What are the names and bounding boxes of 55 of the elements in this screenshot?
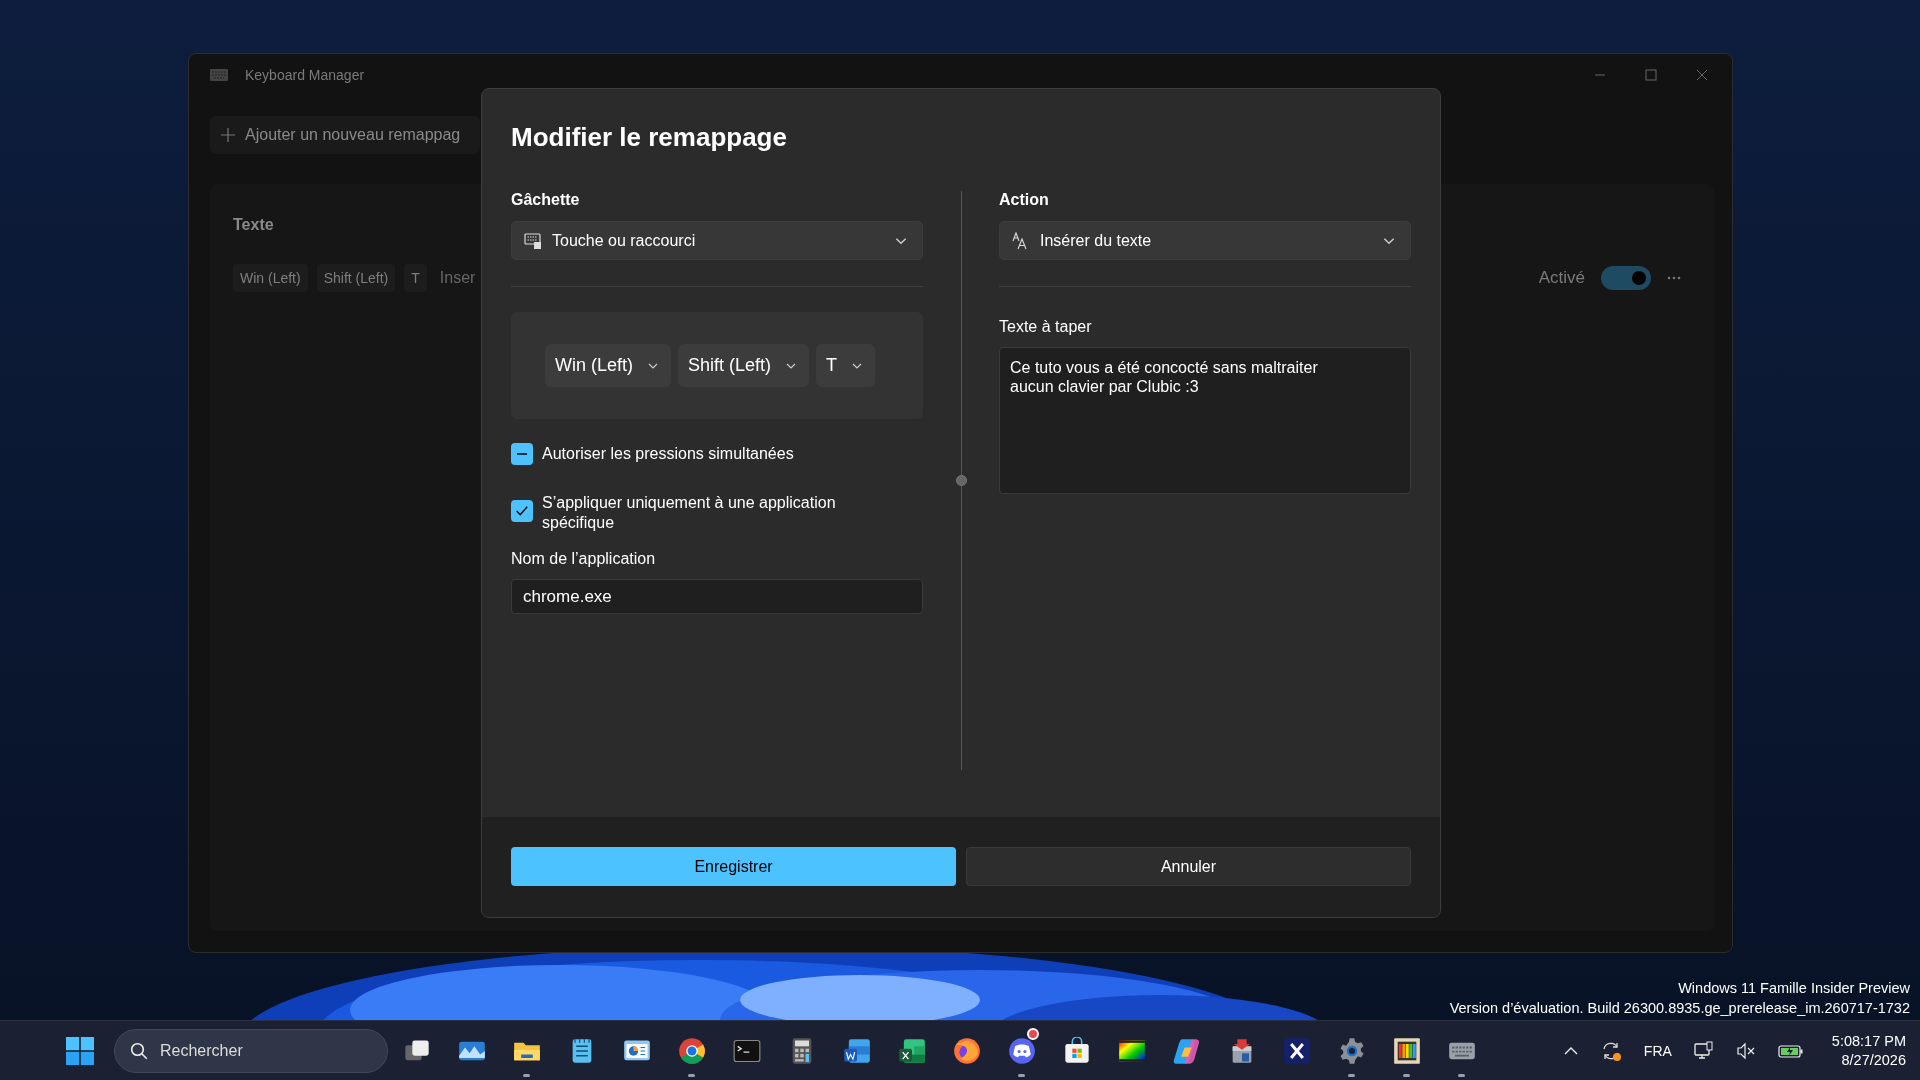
chevron-up-icon[interactable]	[1563, 1045, 1578, 1056]
checkbox[interactable]	[511, 443, 533, 465]
language-indicator[interactable]: FRA	[1643, 1042, 1672, 1059]
keyboard-icon	[524, 231, 542, 250]
text-area-field[interactable]: Ce tuto vous a été concocté sans maltraiter aucun clavier par Clubic :3	[999, 347, 1411, 494]
field-label: Texte à taper	[999, 317, 1093, 337]
key-chip: T	[404, 264, 427, 292]
action-text: Inser	[439, 269, 476, 287]
card-title: Texte	[233, 216, 275, 234]
build-text: Version d’évaluation. Build 26300.8935.ge_prerelease_im.260717-1732	[1449, 999, 1910, 1018]
shopping-bag-icon[interactable]	[1062, 1036, 1091, 1065]
window-title: Keyboard Manager	[245, 67, 365, 83]
dialog-title: Modifier le remappage	[511, 121, 788, 154]
field-label: Nom de l’application	[511, 549, 657, 569]
toggle-switch[interactable]	[1601, 266, 1651, 290]
cancel-button[interactable]: Annuler	[966, 847, 1411, 886]
checkbox-label: S’appliquer uniquement à une application spécifique	[542, 493, 837, 533]
key-dropdown[interactable]: Shift (Left)	[678, 344, 810, 387]
key-chip: Shift (Left)	[316, 264, 396, 292]
section-label: Action	[999, 190, 1050, 210]
start-icon[interactable]	[66, 1036, 94, 1065]
key-dropdown[interactable]: T	[816, 344, 876, 387]
action-dropdown[interactable]: Insérer du texte	[999, 221, 1411, 260]
search-field[interactable]: Rechercher	[114, 1028, 388, 1073]
more-icon[interactable]	[1667, 276, 1681, 280]
network-icon[interactable]	[1693, 1040, 1714, 1061]
swirl-icon[interactable]	[1172, 1036, 1201, 1065]
chat-app-icon[interactable]	[1007, 1036, 1036, 1065]
muted-speaker-icon[interactable]	[1735, 1041, 1756, 1060]
search-icon	[130, 1041, 148, 1060]
plus-icon	[221, 128, 235, 142]
close-icon[interactable]	[1696, 69, 1708, 81]
key-chip: Win (Left)	[233, 264, 308, 292]
save-button[interactable]: Enregistrer	[511, 847, 956, 886]
clock[interactable]: 5:08:17 PM 8/27/2026	[1831, 1031, 1906, 1070]
checkbox[interactable]	[511, 500, 533, 522]
date-text: 8/27/2026	[1840, 1050, 1906, 1070]
color-bars-icon[interactable]	[1392, 1036, 1421, 1065]
spreadsheet-icon[interactable]	[897, 1036, 926, 1065]
time-text: 5:08:17 PM	[1831, 1031, 1906, 1051]
section-label: Gâchette	[511, 190, 581, 210]
browser-icon[interactable]	[677, 1036, 706, 1065]
key-dropdown[interactable]: Win (Left)	[545, 344, 671, 387]
keyboard-icon	[210, 69, 228, 81]
fox-browser-icon[interactable]	[952, 1036, 981, 1065]
edition-text: Windows 11 Famille Insider Preview	[1677, 979, 1910, 998]
trigger-dropdown[interactable]: Touche ou raccourci	[511, 221, 923, 260]
document-icon[interactable]	[842, 1036, 871, 1065]
battery-icon[interactable]	[1777, 1042, 1804, 1059]
status-label: Activé	[1538, 268, 1585, 288]
checkbox-label: Autoriser les pressions simultanées	[542, 444, 794, 464]
input-field[interactable]: chrome.exe	[511, 579, 923, 614]
divider-knob	[955, 475, 967, 486]
cross-app-icon[interactable]	[1282, 1036, 1311, 1065]
add-remapping-button[interactable]: Ajouter un nouveau remappag	[210, 116, 480, 154]
